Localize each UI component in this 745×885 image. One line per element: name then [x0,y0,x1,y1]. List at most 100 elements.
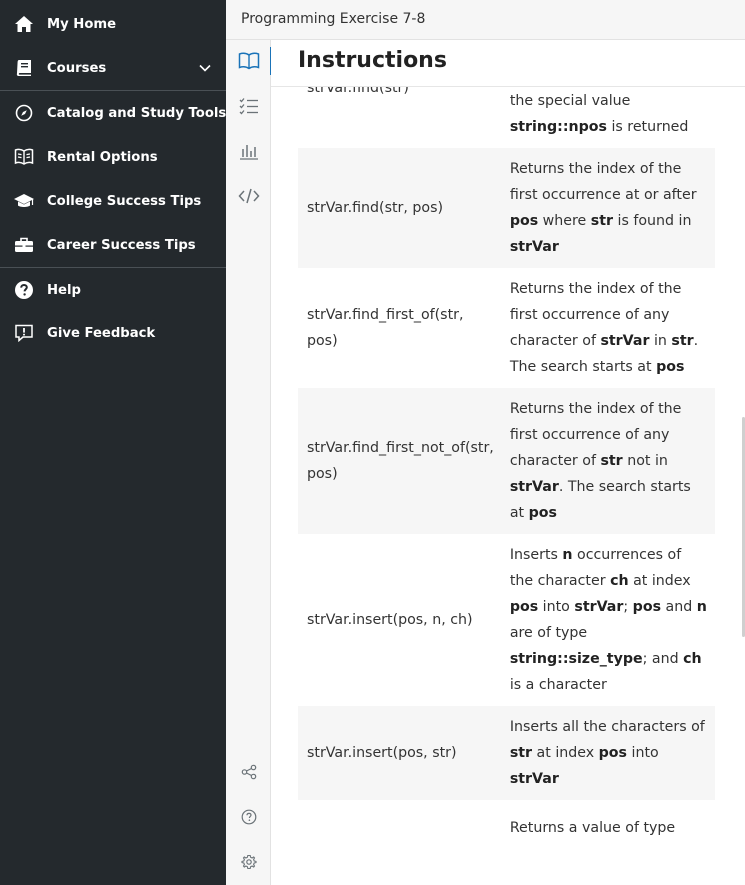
description-keyword: str [600,453,623,469]
function-description: Returns the index of the first occurrenc… [502,148,715,268]
nav-item-college-success-tips[interactable]: College Success Tips [0,179,226,223]
description-text: is found in [613,213,692,229]
description-keyword: strVar [509,239,559,255]
description-text: at index [628,573,691,589]
table-row: strVar.find_first_not_of(str, pos) Return… [298,388,715,534]
description-keyword: n [696,599,707,615]
nav-item-catalog[interactable]: Catalog and Study Tools [0,91,226,135]
description-text: ; and [642,651,684,667]
description-text: is a character [509,677,607,693]
table-row: Returns a value of type [298,800,715,856]
nav-item-label: Courses [47,60,107,76]
description-keyword: str [590,213,613,229]
chart-icon [239,145,258,160]
function-signature [298,800,502,856]
nav-item-label: Give Feedback [47,325,156,341]
nav-item-career-success-tips[interactable]: Career Success Tips [0,223,226,267]
tasks-tab-button[interactable] [226,88,271,124]
nav-item-label: Catalog and Study Tools [47,105,227,121]
briefcase-icon [13,234,35,256]
nav-item-give-feedback[interactable]: Give Feedback [0,311,226,355]
description-text: Inserts [509,547,563,563]
description-text: Returns the index of the first occurrenc… [509,161,697,203]
share-button[interactable] [226,754,271,790]
function-signature: strVar.find(str, pos) [307,200,444,216]
compass-icon [13,102,35,124]
description-keyword: strVar [600,333,650,349]
function-signature: strVar.find_first_not_of(str, pos) [307,440,494,482]
description-text: Returns a value of type [509,820,676,836]
description-keyword: pos [528,505,557,521]
book-icon [13,57,35,79]
description-text: where [538,213,591,229]
description-keyword: str [671,333,694,349]
instructions-panel: Instructions strVar.find(str)first occur… [271,40,745,885]
open-book-icon [13,146,35,168]
description-text: into [538,599,575,615]
help-icon [13,279,35,301]
instructions-heading: Instructions [298,48,447,73]
nav-item-label: Career Success Tips [47,237,196,253]
description-keyword: strVar [574,599,624,615]
graduation-cap-icon [13,190,35,212]
help-button[interactable] [226,799,271,835]
function-description: Inserts all the characters of str at ind… [502,706,715,800]
table-row: strVar.find_first_of(str, pos) Returns th… [298,268,715,388]
description-text: in [649,333,672,349]
nav-item-label: College Success Tips [47,193,202,209]
description-keyword: strVar [509,479,559,495]
description-keyword: ch [610,573,629,589]
description-keyword: pos [632,599,662,615]
help-circle-icon [241,809,256,825]
function-signature: strVar.insert(pos, n, ch) [307,612,473,628]
nav-item-courses[interactable]: Courses [0,46,226,90]
share-icon [241,764,256,780]
home-icon [13,13,35,35]
results-tab-button[interactable] [226,133,271,169]
description-keyword: string::npos [509,119,607,135]
description-text: Inserts all the characters of [509,719,705,735]
string-functions-table: strVar.find(str)first occurrence of str … [298,40,715,856]
nav-item-help[interactable]: Help [0,268,226,312]
function-signature: strVar.find_first_of(str, pos) [307,307,464,349]
table-row: strVar.insert(pos, n, ch) Inserts n occur… [298,534,715,706]
nav-item-label: Help [47,282,81,298]
description-text: into [627,745,659,761]
chevron-down-icon[interactable] [198,61,212,75]
nav-item-label: My Home [47,16,117,32]
nav-item-rental-options[interactable]: Rental Options [0,135,226,179]
instructions-book-icon [238,52,259,70]
exercise-title-bar: Programming Exercise 7-8 [226,0,745,40]
nav-item-my-home[interactable]: My Home [0,2,226,46]
description-keyword: str [509,745,533,761]
description-keyword: ch [683,651,702,667]
code-tab-button[interactable] [226,178,271,214]
function-description: Returns a value of type [502,800,715,856]
function-signature: strVar.insert(pos, str) [307,745,457,761]
description-text: not in [622,453,668,469]
settings-button[interactable] [226,844,271,880]
table-row: strVar.find(str, pos) Returns the index o… [298,148,715,268]
description-text: is returned [606,119,689,135]
nav-item-label: Rental Options [47,149,158,165]
instructions-header: Instructions [271,40,745,87]
instructions-tab-button[interactable] [226,43,272,79]
left-navigation: My Home Courses Catalog and Study Tools … [0,0,226,885]
description-text: and [661,599,697,615]
description-keyword: string::size_type [509,651,643,667]
code-icon [237,188,260,204]
description-text: are of type [509,625,588,641]
exercise-title: Programming Exercise 7-8 [241,11,426,27]
feedback-icon [13,322,35,344]
description-keyword: pos [598,745,628,761]
description-keyword: n [562,547,573,563]
description-keyword: pos [509,599,539,615]
function-description: Returns the index of the first occurrenc… [502,388,715,534]
checklist-icon [239,98,258,115]
tool-rail [226,40,272,885]
description-keyword: strVar [509,771,559,787]
description-keyword: pos [656,359,685,375]
description-text: at index [532,745,599,761]
table-row: strVar.insert(pos, str) Inserts all the c… [298,706,715,800]
function-description: Inserts n occurrences of the character c… [502,534,715,706]
